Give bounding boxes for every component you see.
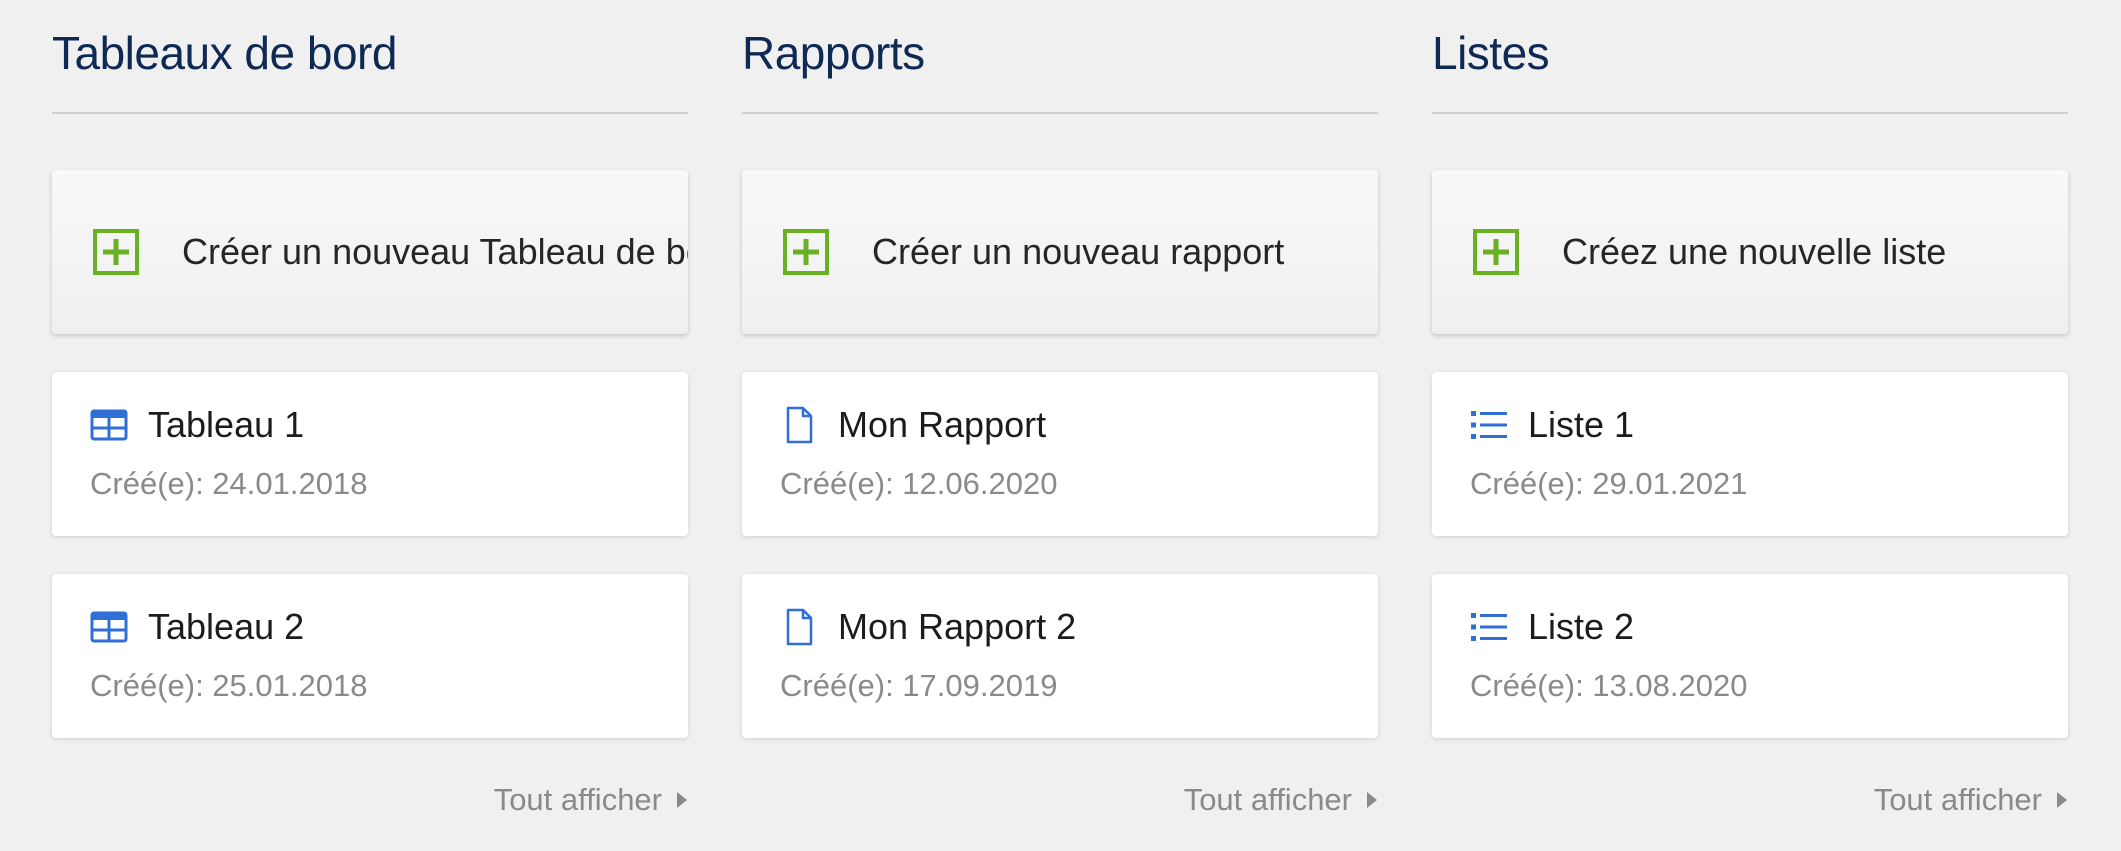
dashboard-title: Tableau 2 bbox=[148, 606, 305, 647]
create-list-label: Créez une nouvelle liste bbox=[1562, 231, 1947, 272]
caret-right-icon bbox=[1367, 792, 1377, 808]
add-square-icon bbox=[783, 229, 829, 275]
create-list-button[interactable]: Créez une nouvelle liste bbox=[1432, 170, 2068, 334]
list-title: Liste 2 bbox=[1528, 606, 1635, 647]
show-all-lists-link[interactable]: Tout afficher bbox=[1874, 780, 2068, 820]
dashboard-title: Tableau 1 bbox=[148, 404, 305, 445]
add-square-icon bbox=[93, 229, 139, 275]
section-divider bbox=[742, 112, 1378, 114]
section-divider bbox=[52, 112, 688, 114]
report-card[interactable]: Mon Rapport Créé(e): 12.06.2020 bbox=[742, 372, 1378, 536]
created-date: Créé(e): 29.01.2021 bbox=[1470, 466, 1748, 501]
list-icon bbox=[1471, 613, 1507, 641]
report-title: Mon Rapport 2 bbox=[838, 606, 1077, 647]
table-icon bbox=[90, 409, 128, 441]
list-title: Liste 1 bbox=[1528, 404, 1635, 445]
report-title: Mon Rapport bbox=[838, 404, 1047, 445]
caret-right-icon bbox=[677, 792, 687, 808]
section-title: Rapports bbox=[742, 27, 925, 79]
section-title: Listes bbox=[1432, 27, 1550, 79]
list-card[interactable]: Liste 1 Créé(e): 29.01.2021 bbox=[1432, 372, 2068, 536]
create-dashboard-label: Créer un nouveau Tableau de bord bbox=[182, 231, 688, 272]
dashboard-card[interactable]: Tableau 1 Créé(e): 24.01.2018 bbox=[52, 372, 688, 536]
caret-right-icon bbox=[2057, 792, 2067, 808]
created-date: Créé(e): 12.06.2020 bbox=[780, 466, 1058, 501]
table-icon bbox=[90, 611, 128, 643]
show-all-label: Tout afficher bbox=[1873, 782, 2042, 817]
section-title: Tableaux de bord bbox=[52, 27, 397, 79]
created-date: Créé(e): 24.01.2018 bbox=[90, 466, 368, 501]
dashboard-card[interactable]: Tableau 2 Créé(e): 25.01.2018 bbox=[52, 574, 688, 738]
list-icon bbox=[1471, 411, 1507, 439]
create-report-button[interactable]: Créer un nouveau rapport bbox=[742, 170, 1378, 334]
document-icon bbox=[786, 406, 813, 444]
create-report-label: Créer un nouveau rapport bbox=[872, 231, 1285, 272]
show-all-label: Tout afficher bbox=[1183, 782, 1352, 817]
created-date: Créé(e): 25.01.2018 bbox=[90, 668, 368, 703]
report-card[interactable]: Mon Rapport 2 Créé(e): 17.09.2019 bbox=[742, 574, 1378, 738]
show-all-dashboards-link[interactable]: Tout afficher bbox=[494, 780, 688, 820]
created-date: Créé(e): 13.08.2020 bbox=[1470, 668, 1748, 703]
list-card[interactable]: Liste 2 Créé(e): 13.08.2020 bbox=[1432, 574, 2068, 738]
create-dashboard-button[interactable]: Créer un nouveau Tableau de bord bbox=[52, 170, 688, 334]
add-square-icon bbox=[1473, 229, 1519, 275]
show-all-label: Tout afficher bbox=[493, 782, 662, 817]
document-icon bbox=[786, 608, 813, 646]
show-all-reports-link[interactable]: Tout afficher bbox=[1184, 780, 1378, 820]
section-divider bbox=[1432, 112, 2068, 114]
created-date: Créé(e): 17.09.2019 bbox=[780, 668, 1058, 703]
